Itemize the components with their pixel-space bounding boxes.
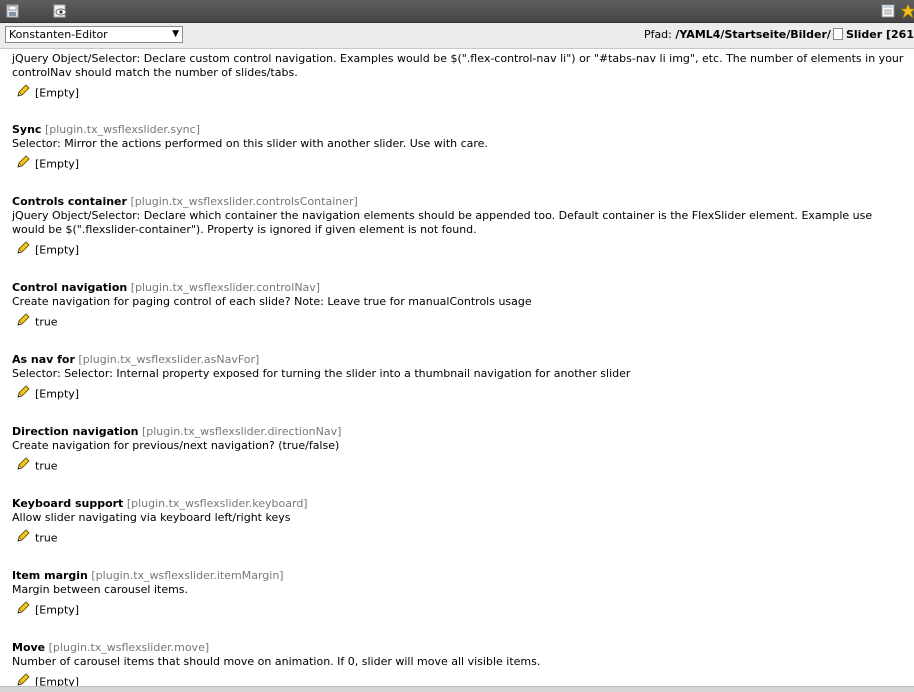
list-item: Sync [plugin.tx_wsflexslider.sync] Selec…	[12, 123, 907, 171]
pencil-icon[interactable]	[15, 83, 31, 104]
breadcrumb: Pfad: /YAML4/Startseite/Bilder/Slider [2…	[644, 28, 914, 42]
constant-value[interactable]: true	[35, 316, 58, 329]
constant-description: Selector: Mirror the actions performed o…	[12, 137, 488, 150]
pencil-icon[interactable]	[15, 600, 31, 621]
constant-key: [plugin.tx_wsflexslider.keyboard]	[126, 497, 308, 510]
constant-description: jQuery Object/Selector: Declare which co…	[12, 209, 873, 236]
save-icon[interactable]	[5, 3, 21, 19]
list-item: Move [plugin.tx_wsflexslider.move] Numbe…	[12, 641, 907, 689]
pencil-icon[interactable]	[15, 240, 31, 261]
path-label: Pfad:	[643, 28, 672, 41]
pencil-icon[interactable]	[15, 456, 31, 477]
constant-value-row[interactable]: [Empty]	[12, 240, 907, 257]
list-item: As nav for [plugin.tx_wsflexslider.asNav…	[12, 353, 907, 401]
pencil-icon[interactable]	[15, 154, 31, 175]
list-item: Direction navigation [plugin.tx_wsflexsl…	[12, 425, 907, 473]
pencil-icon[interactable]	[15, 528, 31, 549]
top-toolbar	[0, 0, 914, 23]
constant-value-row[interactable]: [Empty]	[12, 154, 907, 171]
bookmark-star-icon[interactable]	[900, 3, 914, 19]
constant-title: Direction navigation	[12, 425, 139, 438]
constant-title: Item margin	[12, 569, 88, 582]
constant-description: Create navigation for previous/next navi…	[12, 439, 340, 452]
constant-title: Move	[12, 641, 46, 654]
constant-key: [plugin.tx_wsflexslider.directionNav]	[141, 425, 342, 438]
list-item: Keyboard support [plugin.tx_wsflexslider…	[12, 497, 907, 545]
constant-value-row[interactable]: [Empty]	[12, 83, 907, 100]
constant-value[interactable]: [Empty]	[35, 87, 79, 100]
list-item: Control navigation [plugin.tx_wsflexslid…	[12, 281, 907, 329]
calendar-icon[interactable]	[880, 3, 896, 19]
constant-value[interactable]: [Empty]	[35, 244, 79, 257]
list-item: Item margin [plugin.tx_wsflexslider.item…	[12, 569, 907, 617]
constant-value-row[interactable]: [Empty]	[12, 600, 907, 617]
constant-value[interactable]: [Empty]	[35, 388, 79, 401]
pencil-icon[interactable]	[15, 384, 31, 405]
path-value[interactable]: /YAML4/Startseite/Bilder/	[675, 28, 831, 41]
constant-title: Controls container	[12, 195, 127, 208]
page-title[interactable]: Slider [261	[846, 28, 914, 41]
constant-description: Selector: Selector: Internal property ex…	[12, 367, 631, 380]
constant-value-row[interactable]: true	[12, 456, 907, 473]
module-select-value: Konstanten-Editor	[9, 28, 108, 41]
page-icon	[832, 28, 843, 40]
chevron-down-icon: ▼	[172, 29, 179, 39]
horizontal-scrollbar[interactable]	[0, 686, 914, 692]
constant-value[interactable]: true	[35, 460, 58, 473]
list-item: jQuery Object/Selector: Declare custom c…	[12, 52, 907, 100]
constant-key: [plugin.tx_wsflexslider.itemMargin]	[91, 569, 284, 582]
constant-value[interactable]: [Empty]	[35, 604, 79, 617]
doc-header: Konstanten-Editor ▼ Pfad: /YAML4/Startse…	[0, 23, 914, 49]
constant-value-row[interactable]: true	[12, 312, 907, 329]
module-select[interactable]: Konstanten-Editor ▼	[5, 26, 183, 43]
constant-key: [plugin.tx_wsflexslider.sync]	[44, 123, 200, 136]
constant-value[interactable]: true	[35, 532, 58, 545]
constant-value-row[interactable]: true	[12, 528, 907, 545]
constant-description: jQuery Object/Selector: Declare custom c…	[12, 52, 904, 79]
constant-key: [plugin.tx_wsflexslider.move]	[48, 641, 210, 654]
constant-title: Sync	[12, 123, 42, 136]
constant-description: Number of carousel items that should mov…	[12, 655, 541, 668]
list-item: Controls container [plugin.tx_wsflexslid…	[12, 195, 907, 257]
constant-description: Allow slider navigating via keyboard lef…	[12, 511, 291, 524]
constants-list[interactable]: jQuery Object/Selector: Declare custom c…	[0, 49, 914, 691]
constant-value-row[interactable]: [Empty]	[12, 384, 907, 401]
constant-key: [plugin.tx_wsflexslider.asNavFor]	[78, 353, 260, 366]
constant-value[interactable]: [Empty]	[35, 158, 79, 171]
pencil-icon[interactable]	[15, 312, 31, 333]
constant-description: Create navigation for paging control of …	[12, 295, 532, 308]
view-icon[interactable]	[52, 3, 68, 19]
constant-description: Margin between carousel items.	[12, 583, 189, 596]
constant-title: Control navigation	[12, 281, 128, 294]
constant-key: [plugin.tx_wsflexslider.controlNav]	[130, 281, 321, 294]
constant-title: As nav for	[12, 353, 75, 366]
constant-title: Keyboard support	[12, 497, 124, 510]
constant-key: [plugin.tx_wsflexslider.controlsContaine…	[130, 195, 358, 208]
